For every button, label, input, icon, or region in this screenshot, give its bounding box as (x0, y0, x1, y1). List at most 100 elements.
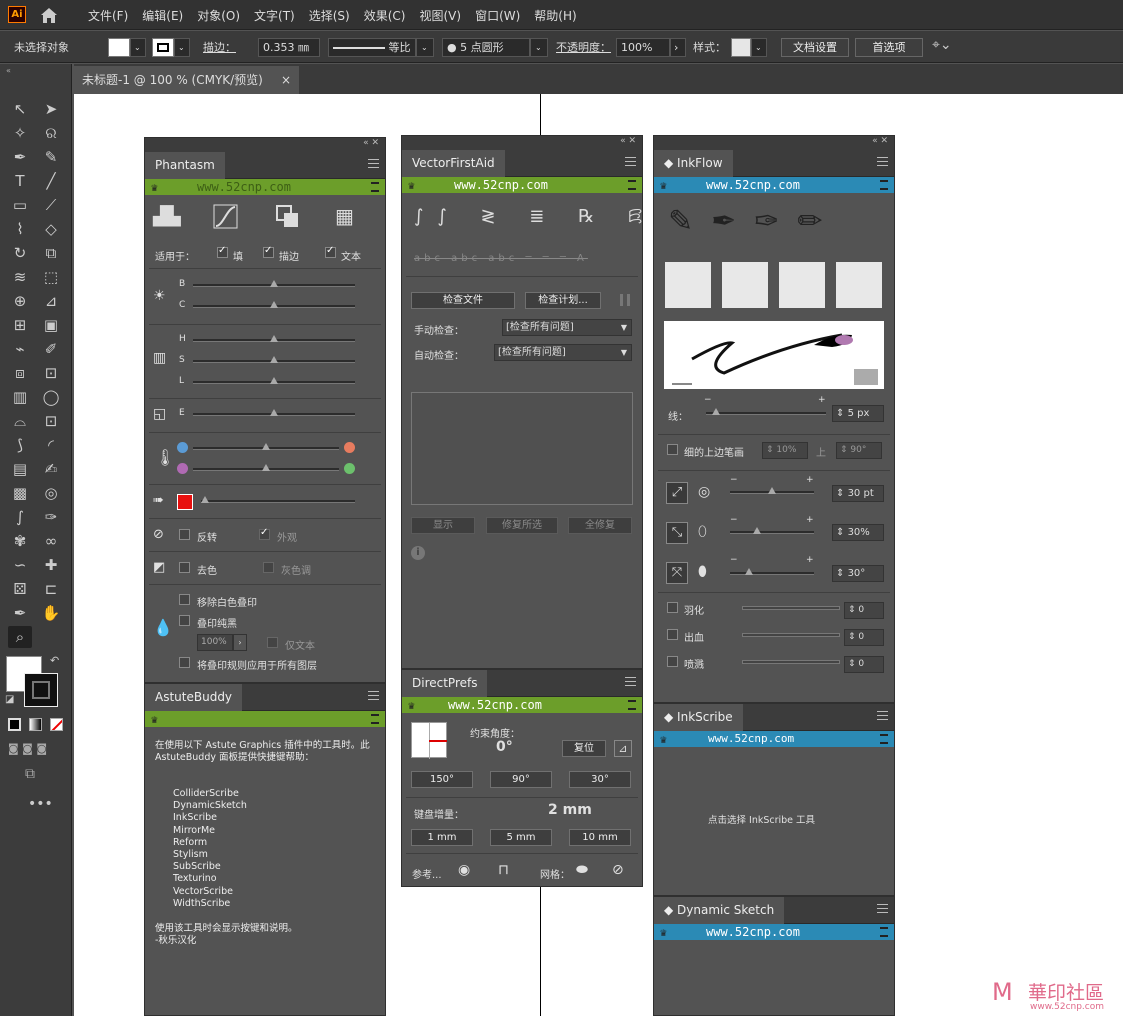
shape-builder-icon[interactable]: ⊕ (8, 290, 32, 312)
menu-item[interactable]: 帮助(H) (534, 7, 576, 24)
overprint-percent[interactable]: 100% (197, 634, 233, 651)
paintbrush-icon[interactable]: ⟋ (39, 194, 63, 216)
collapse-icon[interactable]: « (6, 66, 11, 75)
collapse-icon[interactable]: « ✕ (363, 138, 379, 148)
warp-icon[interactable]: ≋ (8, 266, 32, 288)
none-mode-icon[interactable] (50, 718, 63, 731)
shaper-icon[interactable]: ⌇ (8, 218, 32, 240)
free-transform-icon[interactable]: ⬚ (39, 266, 63, 288)
swap-colors-icon[interactable]: ↶ (50, 654, 59, 667)
thinning-slider[interactable] (730, 527, 814, 534)
rectangle-tool-icon[interactable]: ▭ (8, 194, 32, 216)
blend-icon[interactable]: ⧈ (8, 362, 32, 384)
opacity-field[interactable]: 100% (616, 38, 670, 57)
brush-definition[interactable]: ● 5 点圆形 (442, 38, 530, 57)
color-mode-icon[interactable] (8, 718, 21, 731)
text-checkbox[interactable] (325, 245, 336, 258)
exposure-slider[interactable] (193, 409, 355, 416)
halftone-icon[interactable]: ▦ (335, 204, 354, 228)
slider-knob[interactable] (270, 409, 278, 416)
perspective-icon[interactable]: ⊿ (39, 290, 63, 312)
preferences-button[interactable]: 首选项 (855, 38, 923, 57)
fill-checkbox[interactable] (217, 245, 228, 258)
spray-slider[interactable] (742, 660, 840, 664)
angle-90-button[interactable]: 90° (490, 771, 552, 788)
eye-icon[interactable]: ◉ (458, 862, 470, 878)
slider-knob[interactable] (752, 527, 761, 534)
panel-menu-icon[interactable] (368, 691, 379, 700)
tab-phantasm[interactable]: Phantasm (145, 152, 225, 179)
slice-icon[interactable]: ⌓ (8, 410, 32, 432)
angle-30-button[interactable]: 30° (569, 771, 631, 788)
hand-frame-icon[interactable]: ⊡ (39, 410, 63, 432)
magic-wand-icon[interactable]: ✧ (8, 122, 32, 144)
auto-check-select[interactable]: [检查所有问题] ▼ (494, 344, 632, 361)
panel-menu-icon[interactable] (877, 711, 888, 720)
line-tool-icon[interactable]: ╱ (39, 170, 63, 192)
draw-mode-icon[interactable]: ◙ ◙ ◙ (8, 742, 47, 755)
spray-checkbox[interactable] (667, 656, 678, 667)
size-field[interactable]: ⇕ 30 pt (832, 485, 884, 502)
panel-menu-icon[interactable] (625, 677, 636, 686)
mesh-icon[interactable]: ⊞ (8, 314, 32, 336)
collapse-icon[interactable]: « ✕ (620, 136, 636, 146)
type-tool-icon[interactable]: T (8, 170, 32, 192)
grayscale-checkbox[interactable] (263, 562, 274, 573)
results-list[interactable] (411, 392, 633, 505)
banner-menu-icon[interactable] (628, 180, 636, 190)
curves-icon[interactable] (213, 204, 239, 230)
stroke-color-box[interactable] (24, 673, 58, 707)
pen-nib-icons[interactable]: ✎✒✑✏ (668, 204, 841, 239)
artboard-icon[interactable]: ◯ (39, 386, 63, 408)
angle-slider[interactable] (730, 568, 814, 575)
scribe-icon[interactable]: ✑ (39, 506, 63, 528)
eraser-icon[interactable]: ◇ (39, 218, 63, 240)
menu-item[interactable]: 视图(V) (419, 7, 461, 24)
panel-menu-icon[interactable] (625, 157, 636, 166)
chevron-right-icon[interactable]: › (670, 38, 686, 57)
banner-menu-icon[interactable] (371, 182, 379, 192)
pause-icon[interactable] (620, 294, 630, 306)
temperature-slider[interactable] (193, 443, 339, 450)
variable-width-profile[interactable]: 等比 (328, 38, 416, 57)
increment-1mm-button[interactable]: 1 mm (411, 829, 473, 846)
tint-slider[interactable] (193, 464, 339, 471)
info-icon[interactable]: i (411, 546, 425, 560)
apply-all-checkbox[interactable] (179, 657, 190, 668)
screen-mode-icon[interactable]: ⧉ (25, 766, 35, 782)
measure-icon[interactable]: ✐ (39, 338, 63, 360)
menu-item[interactable]: 文件(F) (88, 7, 128, 24)
fill-swatch[interactable] (108, 38, 130, 57)
eyedropper-icon[interactable]: ⌁ (8, 338, 32, 360)
dice-icon[interactable]: ⚄ (8, 578, 32, 600)
arrange-icon[interactable]: ⌖⌄ (932, 37, 952, 56)
fill-color-swatch[interactable] (177, 494, 193, 510)
slider-knob[interactable] (270, 301, 278, 308)
tab-dynamic-sketch[interactable]: ◆ Dynamic Sketch (654, 897, 785, 924)
up-degree[interactable]: ⇕ 90° (836, 442, 882, 459)
tab-vectorfirstaid[interactable]: VectorFirstAid (402, 150, 505, 177)
check-file-button[interactable]: 检查文件 (411, 292, 515, 309)
bleed-field[interactable]: ⇕ 0 (844, 629, 884, 646)
close-icon[interactable]: × (281, 66, 291, 94)
document-tab[interactable]: 未标题-1 @ 100 % (CMYK/预览) × (74, 66, 299, 94)
fix-selected-button[interactable]: 修复所选 (486, 517, 558, 534)
more-tools-icon[interactable]: ••• (28, 796, 53, 812)
brightness-slider[interactable] (193, 280, 355, 287)
menu-item[interactable]: 效果(C) (364, 7, 406, 24)
angle-tool-icon[interactable]: ⊿ (614, 740, 632, 757)
document-setup-button[interactable]: 文档设置 (781, 38, 849, 57)
menu-item[interactable]: 编辑(E) (142, 7, 183, 24)
slider-knob[interactable] (270, 280, 278, 287)
ink-pen-icon[interactable]: ✒ (8, 602, 32, 624)
tab-directprefs[interactable]: DirectPrefs (402, 670, 488, 697)
butterfly-icon[interactable]: ✾ (8, 530, 32, 552)
rotate-icon[interactable]: ↻ (8, 242, 32, 264)
angle-pressure-icon[interactable]: ⤧ (666, 562, 688, 584)
slider-knob[interactable] (262, 464, 270, 471)
angle-field[interactable]: ⇕ 30° (832, 565, 884, 582)
dynamic-sketch-icon[interactable]: ∫ (8, 506, 32, 528)
style-swatch[interactable] (731, 38, 751, 57)
halftone-layers-icon[interactable] (275, 204, 301, 230)
pen-tool-icon[interactable]: ✒ (8, 146, 32, 168)
